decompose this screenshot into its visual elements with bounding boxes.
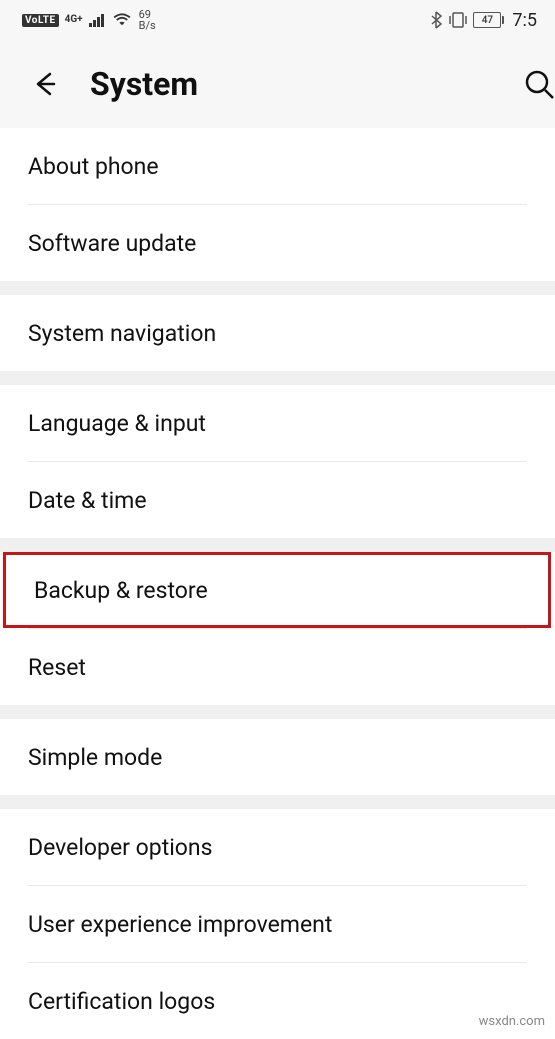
row-label: Certification logos xyxy=(28,988,215,1015)
vibrate-icon xyxy=(448,11,468,29)
status-left: VoLTE 4G+ 69 B/s xyxy=(22,9,156,31)
section-about: About phone Software update xyxy=(0,128,555,281)
row-label: Reset xyxy=(28,654,86,681)
volte-badge: VoLTE xyxy=(22,14,59,27)
watermark: wsxdn.com xyxy=(479,1014,545,1029)
back-button[interactable] xyxy=(28,68,60,100)
search-button[interactable] xyxy=(523,68,555,100)
row-label: Language & input xyxy=(28,410,206,437)
row-label: Backup & restore xyxy=(34,577,208,604)
row-software-update[interactable]: Software update xyxy=(0,205,555,281)
row-label: Developer options xyxy=(28,834,213,861)
section-developer: Developer options User experience improv… xyxy=(0,809,555,1039)
clock: 7:5 xyxy=(512,10,537,31)
row-about-phone[interactable]: About phone xyxy=(0,128,555,204)
section-language: Language & input Date & time xyxy=(0,385,555,538)
row-label: User experience improvement xyxy=(28,911,332,938)
row-date-time[interactable]: Date & time xyxy=(0,462,555,538)
row-label: Simple mode xyxy=(28,744,162,771)
search-icon xyxy=(523,68,555,100)
status-bar: VoLTE 4G+ 69 B/s 47 7:5 xyxy=(0,0,555,40)
row-reset[interactable]: Reset xyxy=(0,629,555,705)
row-language-input[interactable]: Language & input xyxy=(0,385,555,461)
wifi-icon xyxy=(113,13,131,27)
section-navigation: System navigation xyxy=(0,295,555,371)
network-speed: 69 B/s xyxy=(139,9,156,31)
section-backup: Backup & restore Reset xyxy=(0,552,555,705)
network-type-label: 4G+ xyxy=(65,15,83,25)
row-label: System navigation xyxy=(28,320,216,347)
row-label: Date & time xyxy=(28,487,147,514)
page-header: System xyxy=(0,40,555,128)
row-developer-options[interactable]: Developer options xyxy=(0,809,555,885)
speed-unit: B/s xyxy=(139,20,156,31)
status-right: 47 7:5 xyxy=(429,10,537,31)
back-arrow-icon xyxy=(30,70,58,98)
battery-tip xyxy=(502,16,504,24)
row-label: Software update xyxy=(28,230,196,257)
signal-icon xyxy=(89,13,107,27)
battery-level: 47 xyxy=(473,12,501,28)
page-title: System xyxy=(90,65,198,103)
row-simple-mode[interactable]: Simple mode xyxy=(0,719,555,795)
bluetooth-icon xyxy=(429,11,443,29)
row-backup-restore[interactable]: Backup & restore xyxy=(3,552,551,628)
battery-indicator: 47 xyxy=(473,12,504,28)
section-simple-mode: Simple mode xyxy=(0,719,555,795)
row-certification-logos[interactable]: Certification logos xyxy=(0,963,555,1039)
row-user-experience-improvement[interactable]: User experience improvement xyxy=(0,886,555,962)
row-label: About phone xyxy=(28,153,159,180)
row-system-navigation[interactable]: System navigation xyxy=(0,295,555,371)
